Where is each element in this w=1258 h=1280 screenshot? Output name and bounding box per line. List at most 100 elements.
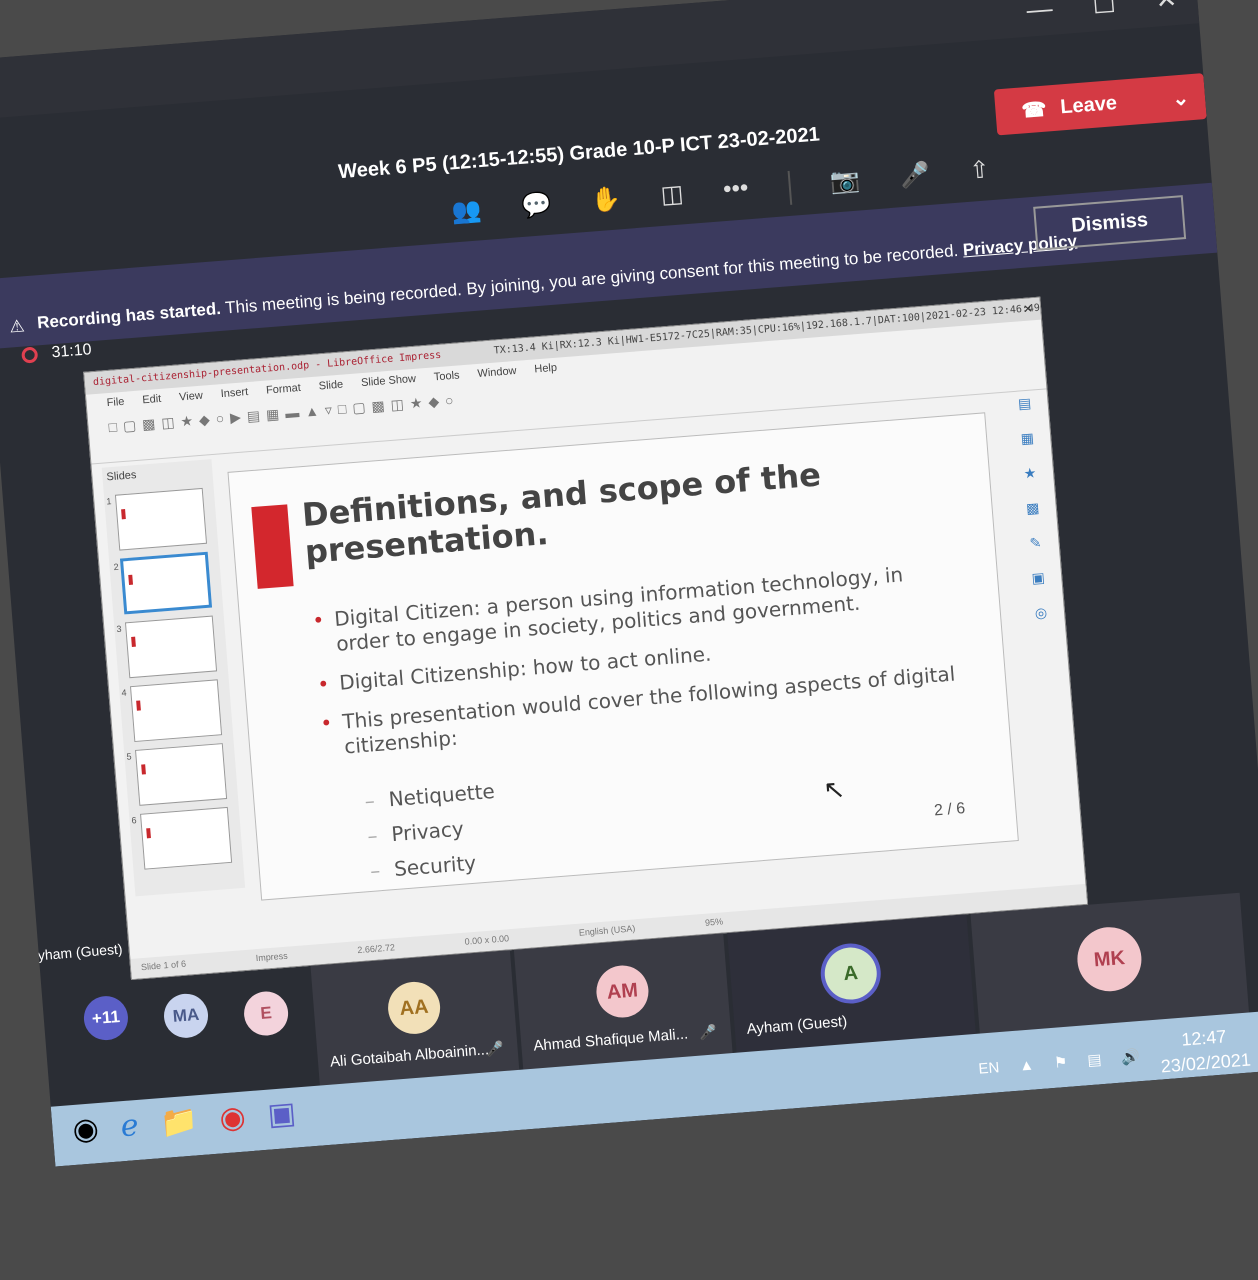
volume-icon[interactable]: 🔊	[1121, 1047, 1141, 1066]
leave-button[interactable]: ☎ Leave ⌄	[993, 73, 1207, 136]
participant-tile[interactable]: AM Ahmad Shafique Mali... 🎤	[513, 933, 733, 1070]
menu-window[interactable]: Window	[477, 365, 517, 382]
thumb-number: 2	[113, 561, 119, 573]
menu-slide[interactable]: Slide	[318, 379, 343, 395]
show-hidden-icons-icon[interactable]: ▲	[1019, 1056, 1035, 1074]
menu-format[interactable]: Format	[266, 382, 302, 399]
chevron-down-icon[interactable]: ⌄	[1171, 85, 1190, 111]
slides-pane-header: Slides	[106, 469, 137, 484]
warning-icon: ⚠	[8, 316, 26, 337]
system-tray: EN ▲ ⚑ ▤ 🔊 12:47 23/02/2021	[977, 1023, 1252, 1095]
avatar[interactable]: E	[242, 989, 290, 1038]
thumb-accent	[136, 700, 141, 711]
menu-edit[interactable]: Edit	[142, 393, 162, 408]
thumb-number: 1	[106, 496, 112, 507]
slide-page-number: 2 / 6	[933, 800, 966, 820]
status-app: Impress	[255, 950, 289, 964]
menu-file[interactable]: File	[106, 396, 125, 411]
slide-canvas[interactable]: Definitions, and scope of the presentati…	[227, 412, 1019, 901]
more-actions-icon[interactable]: •••	[722, 174, 750, 210]
gallery-icon[interactable]: ▣	[1031, 569, 1046, 587]
slide-thumbnail[interactable]: 6	[131, 806, 233, 870]
thumb-number: 3	[116, 623, 122, 635]
timer-value: 31:10	[50, 341, 93, 362]
avatar: MK	[1075, 924, 1144, 994]
mouse-pointer-icon: ↖	[822, 773, 847, 806]
avatar[interactable]: MA	[162, 992, 210, 1040]
more-participants-avatar[interactable]: +11	[82, 994, 130, 1042]
close-icon[interactable]: ✕	[1154, 0, 1178, 16]
bullet-list: Digital Citizen: a person using informat…	[311, 559, 962, 776]
styles-icon[interactable]: ✎	[1029, 534, 1042, 552]
slide-transition-icon[interactable]: ▦	[1020, 430, 1035, 448]
menu-slide-show[interactable]: Slide Show	[361, 373, 417, 391]
slide-title: Definitions, and scope of the presentati…	[300, 455, 823, 571]
thumb-accent	[131, 636, 136, 647]
menu-view[interactable]: View	[179, 390, 204, 406]
flag-icon[interactable]: ⚑	[1053, 1053, 1068, 1072]
navigator-icon[interactable]: ◎	[1034, 604, 1048, 622]
menu-help[interactable]: Help	[534, 362, 558, 378]
raise-hand-icon[interactable]: ✋	[590, 184, 622, 220]
dismiss-button[interactable]: Dismiss	[1033, 195, 1187, 251]
participant-name: Ahmad Shafique Mali...	[532, 1025, 689, 1055]
status-size: 0.00 x 0.00	[464, 933, 510, 947]
title-accent-bar	[251, 504, 294, 589]
share-screen-icon[interactable]: ⇧	[968, 155, 991, 190]
thumb-number: 4	[121, 687, 127, 698]
thumb-accent	[141, 764, 146, 775]
taskbar-clock[interactable]: 12:47 23/02/2021	[1158, 1023, 1252, 1080]
avatar: AM	[594, 963, 651, 1020]
slide-thumbnail[interactable]: 3	[116, 615, 218, 679]
leave-label: Leave	[1059, 91, 1118, 118]
slide-thumbnail[interactable]: 1	[106, 487, 208, 551]
status-position: 2.66/2.72	[357, 942, 396, 956]
start-icon[interactable]: ◉	[71, 1111, 100, 1148]
mic-off-icon[interactable]: 🎤	[899, 160, 931, 196]
participant-tile-active[interactable]: A Ayham (Guest)	[727, 914, 976, 1053]
status-slide-count: Slide 1 of 6	[140, 958, 187, 973]
participant-name: Ali Gotaibah Alboainin...	[329, 1041, 490, 1071]
window-controls: — ☐ ✕	[1025, 0, 1178, 26]
rooms-icon[interactable]: ◫	[660, 179, 685, 215]
language-indicator[interactable]: EN	[978, 1059, 1000, 1078]
thumb-accent	[128, 574, 134, 585]
thumb-accent	[121, 509, 126, 520]
master-slides-icon[interactable]: ▩	[1026, 499, 1041, 517]
phone-icon: ☎	[1020, 98, 1048, 122]
lo-close-icon[interactable]: ✕	[1023, 300, 1033, 317]
participant-name: Ayham (Guest)	[746, 1013, 848, 1038]
properties-icon[interactable]: ▤	[1017, 395, 1032, 413]
chat-icon[interactable]: 💬	[520, 190, 552, 226]
network-icon[interactable]: ▤	[1087, 1050, 1102, 1069]
toolbar-separator	[787, 170, 792, 205]
record-icon	[21, 346, 39, 364]
recording-started-text: Recording has started.	[36, 298, 222, 333]
participant-tile[interactable]: AA Ali Gotaibah Alboainin... 🎤	[310, 950, 520, 1086]
recording-consent-text: This meeting is being recorded. By joini…	[224, 240, 959, 318]
thumb-accent	[146, 828, 151, 839]
teams-icon[interactable]: ▣	[266, 1096, 297, 1133]
menu-tools[interactable]: Tools	[433, 369, 460, 385]
presenter-name-label: Ayham (Guest)	[28, 940, 124, 964]
libreoffice-window: digital-citizenship-presentation.odp - L…	[83, 296, 1089, 981]
projected-screen: — ☐ ✕ Week 6 P5 (12:15-12:55) Grade 10-P…	[0, 0, 1258, 1167]
mic-off-icon: 🎤	[485, 1040, 505, 1058]
status-zoom[interactable]: 95%	[705, 916, 724, 929]
file-explorer-icon[interactable]: 📁	[159, 1103, 199, 1141]
animation-icon[interactable]: ★	[1023, 464, 1037, 482]
slide-thumbnail[interactable]: 4	[121, 679, 223, 743]
slide-thumbnail-active[interactable]: 2	[113, 551, 213, 615]
menu-insert[interactable]: Insert	[220, 386, 249, 402]
avatar: AA	[386, 979, 443, 1036]
maximize-icon[interactable]: ☐	[1091, 0, 1117, 21]
minimize-icon[interactable]: —	[1025, 0, 1053, 26]
participants-icon[interactable]: 👥	[451, 195, 483, 231]
chrome-icon[interactable]: ◉	[218, 1100, 247, 1137]
internet-explorer-icon[interactable]: ℯ	[119, 1108, 139, 1144]
participant-tile[interactable]: MK	[970, 892, 1250, 1034]
mic-off-icon: 🎤	[698, 1023, 718, 1041]
slide-thumbnail[interactable]: 5	[126, 743, 228, 806]
camera-off-icon[interactable]: 📷	[829, 165, 861, 201]
avatar: A	[822, 945, 879, 1002]
